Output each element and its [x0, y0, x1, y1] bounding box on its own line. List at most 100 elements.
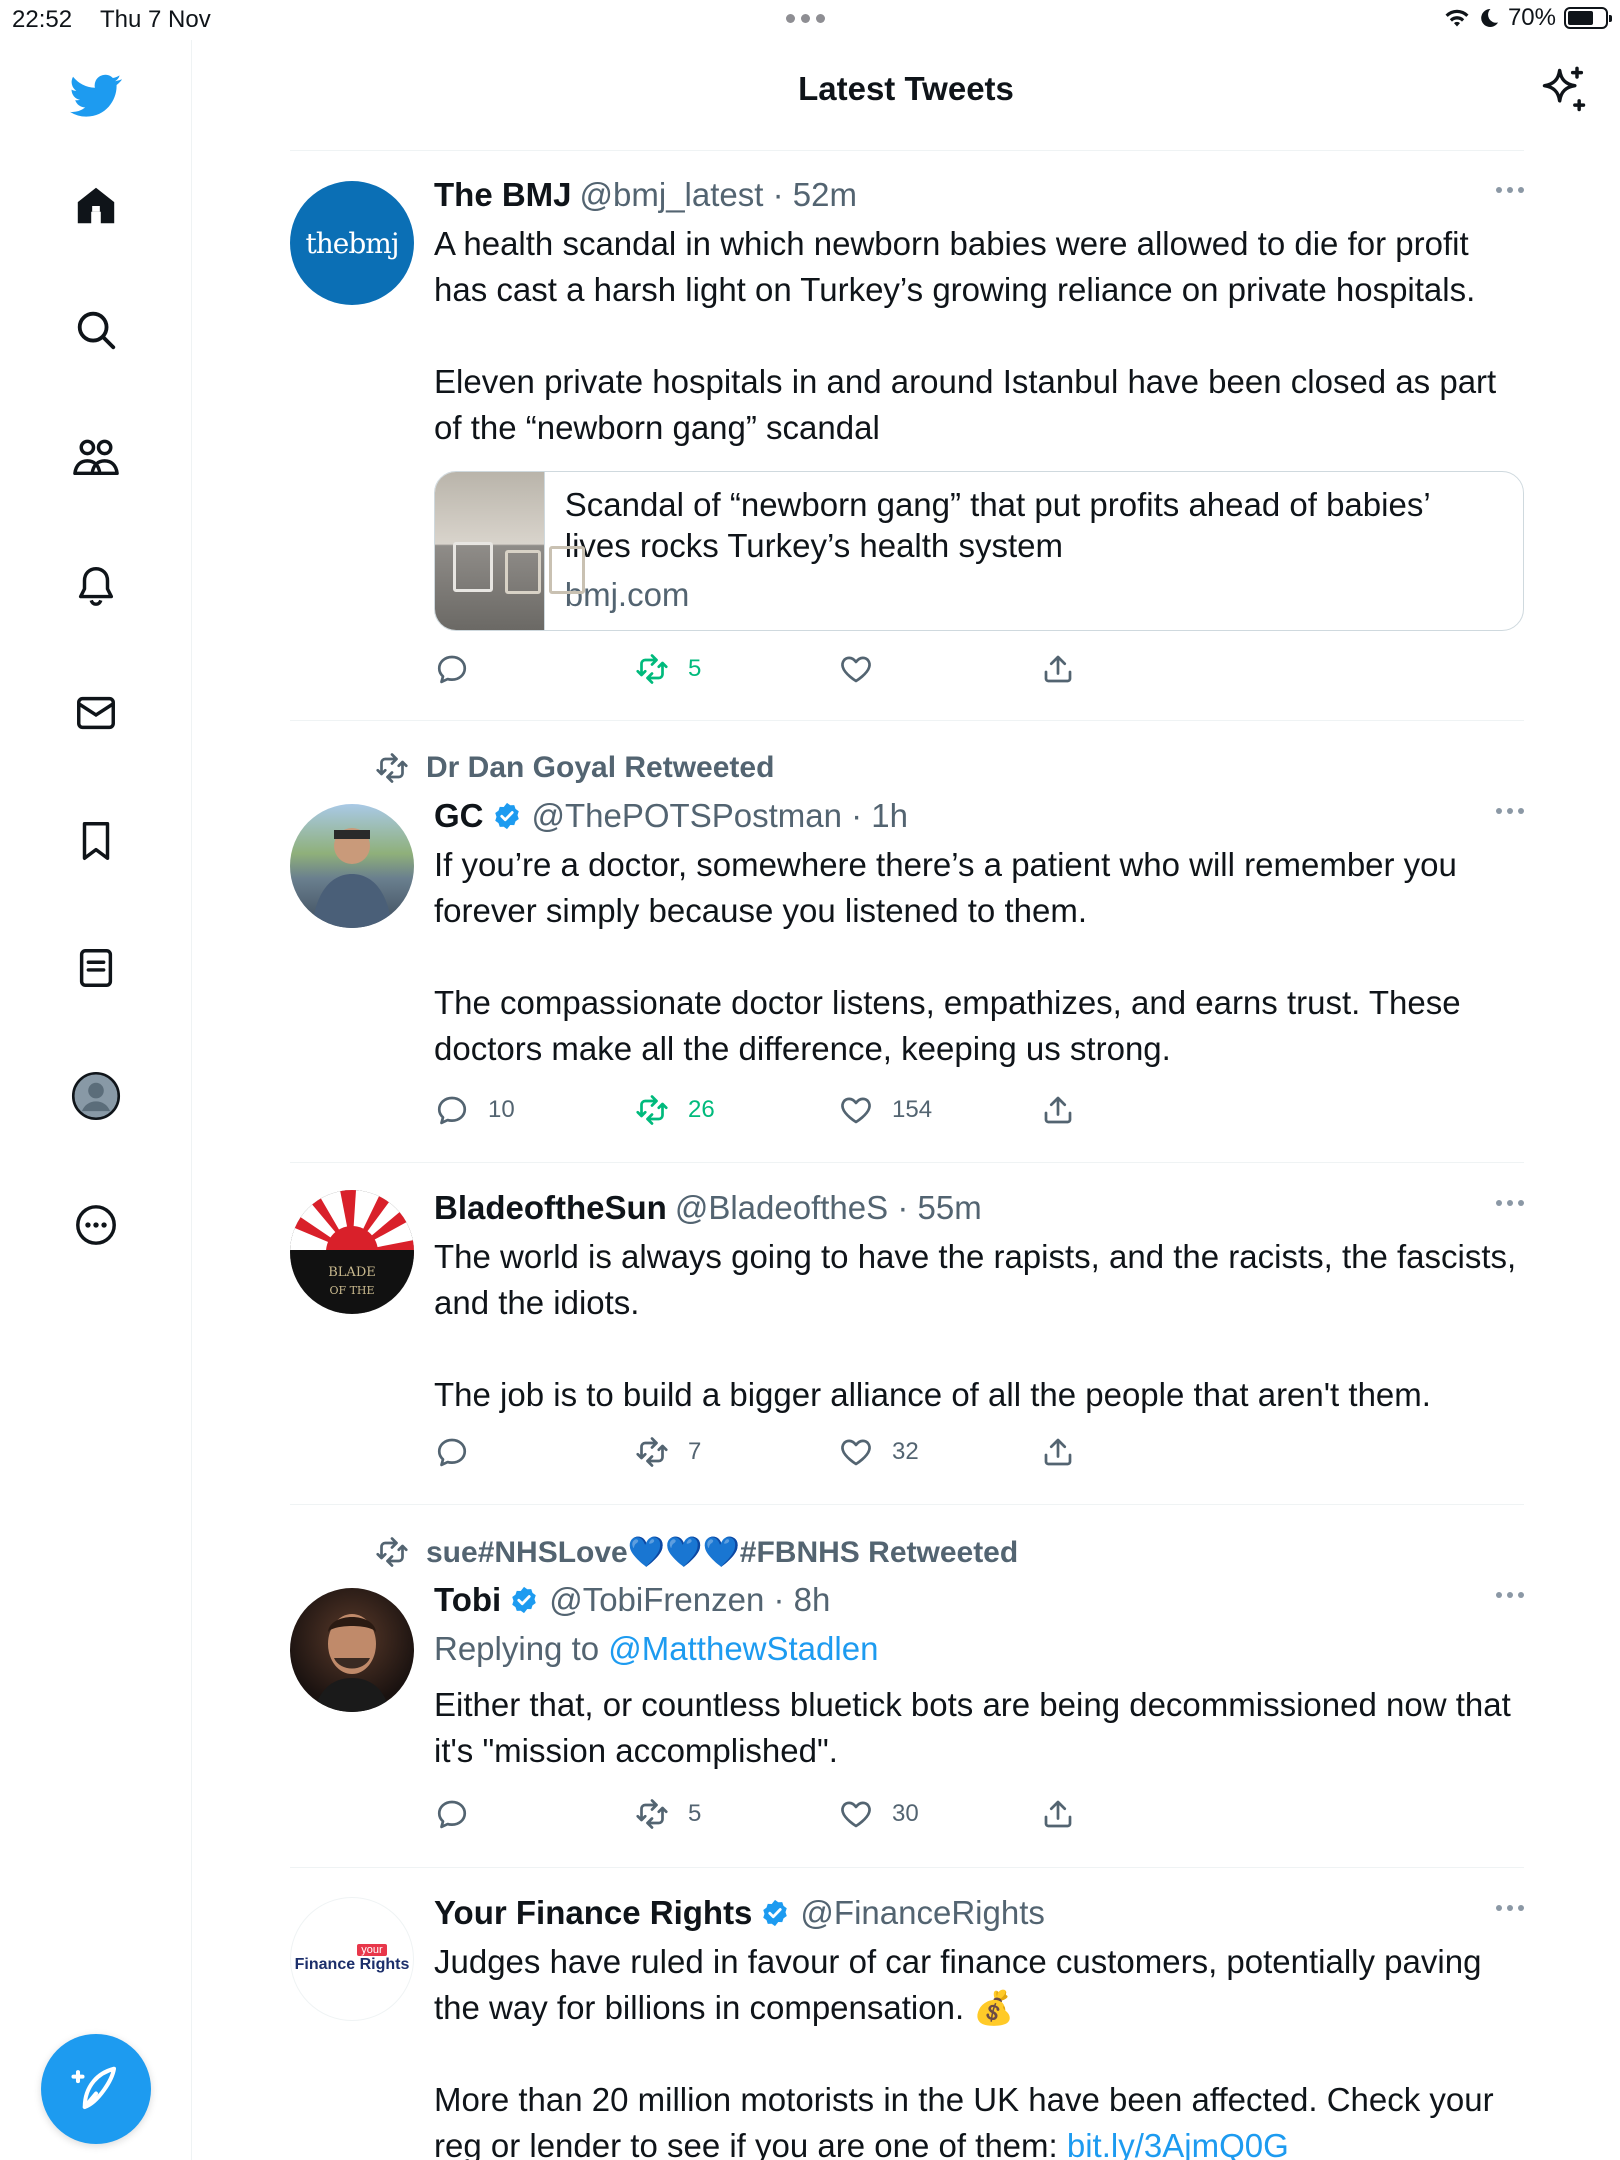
- more-options-icon[interactable]: [1496, 1200, 1524, 1206]
- twitter-bird-icon[interactable]: [68, 68, 124, 124]
- author-name[interactable]: BladeoftheSun: [434, 1189, 667, 1227]
- tweet-author-line: Tobi @TobiFrenzen · 8h: [434, 1581, 831, 1619]
- messages-icon[interactable]: [68, 685, 124, 741]
- share-button[interactable]: [1040, 1796, 1076, 1832]
- retweet-icon: [634, 1092, 670, 1128]
- tweet-author-line: Your Finance Rights @FinanceRights: [434, 1893, 1524, 1933]
- avatar[interactable]: BLADE OF THE: [290, 1190, 414, 1314]
- retweet-button[interactable]: 5: [634, 651, 701, 687]
- author-name[interactable]: Your Finance Rights: [434, 1894, 752, 1932]
- link-card-image: [435, 472, 585, 630]
- tweet-author-line: GC @ThePOTSPostman · 1h: [434, 797, 908, 835]
- share-icon: [1040, 1796, 1076, 1832]
- link-card-domain: bmj.com: [564, 576, 690, 613]
- author-handle[interactable]: @ThePOTSPostman: [532, 797, 842, 835]
- reply-icon: [434, 1092, 470, 1128]
- communities-icon[interactable]: [68, 430, 124, 486]
- more-options-icon[interactable]: [1496, 187, 1524, 193]
- status-time: 22:52: [12, 6, 73, 33]
- more-options-icon[interactable]: [1496, 1905, 1524, 1911]
- compose-tweet-button[interactable]: [41, 2034, 151, 2144]
- avatar-logo-text: thebmj: [305, 226, 399, 260]
- battery-percentage: 70%: [1507, 4, 1556, 31]
- reply-button[interactable]: 10: [434, 1092, 515, 1128]
- avatar[interactable]: [290, 1588, 414, 1712]
- tweet-time: 55m: [917, 1189, 982, 1226]
- multitasking-dots[interactable]: [786, 14, 825, 23]
- like-button[interactable]: 32: [838, 1434, 919, 1470]
- retweet-button[interactable]: 7: [634, 1434, 701, 1470]
- replying-to-line: Replying to @MatthewStadlen: [434, 1630, 879, 1667]
- tweet-author-line: The BMJ @bmj_latest · 52m: [434, 176, 857, 214]
- author-handle[interactable]: @BladeoftheS: [675, 1189, 888, 1227]
- retweeted-by-line[interactable]: Dr Dan Goyal Retweeted: [374, 750, 774, 786]
- tweet-time: 8h: [793, 1581, 831, 1618]
- share-button[interactable]: [1040, 1092, 1076, 1128]
- reply-button[interactable]: [434, 1796, 488, 1832]
- tweet-actions: 5: [434, 651, 1524, 691]
- tweet-actions: 7 32: [434, 1434, 1524, 1474]
- person-photo-icon: [314, 1614, 390, 1712]
- verified-badge-icon: [509, 1585, 539, 1615]
- search-icon[interactable]: [68, 302, 124, 358]
- avatar-logo-tag: your: [357, 1944, 387, 1956]
- retweet-button[interactable]: 26: [634, 1092, 715, 1128]
- timeline-header: Latest Tweets: [192, 40, 1620, 150]
- page-title: Latest Tweets: [798, 70, 1014, 107]
- like-button[interactable]: [838, 651, 892, 687]
- retweeted-by-line[interactable]: sue#NHSLove💙💙💙#FBNHS Retweeted: [374, 1534, 1018, 1570]
- author-handle[interactable]: @TobiFrenzen: [549, 1581, 764, 1619]
- reply-button[interactable]: [434, 651, 488, 687]
- tweet-actions: 10 26 154: [434, 1092, 1524, 1132]
- avatar[interactable]: [290, 804, 414, 928]
- tweet-text: Judges have ruled in favour of car finan…: [434, 1939, 1524, 2160]
- author-handle[interactable]: @FinanceRights: [800, 1894, 1044, 1932]
- share-icon: [1040, 1092, 1076, 1128]
- bookmarks-icon[interactable]: [68, 813, 124, 869]
- notifications-icon[interactable]: [68, 558, 124, 614]
- link-card[interactable]: Scandal of “newborn gang” that put profi…: [434, 471, 1524, 631]
- tweet[interactable]: BLADE OF THE BladeoftheSun @BladeoftheS …: [290, 1164, 1524, 1505]
- author-name[interactable]: GC: [434, 797, 484, 835]
- avatar-logo-text: Finance Rights: [294, 1956, 410, 1973]
- share-button[interactable]: [1040, 1434, 1076, 1470]
- tweet[interactable]: thebmj The BMJ @bmj_latest · 52m A healt…: [290, 151, 1524, 721]
- retweet-icon: [634, 1796, 670, 1832]
- svg-text:BLADE: BLADE: [328, 1265, 376, 1280]
- more-options-icon[interactable]: [1496, 1592, 1524, 1598]
- share-button[interactable]: [1040, 651, 1076, 687]
- like-button[interactable]: 154: [838, 1092, 932, 1128]
- mention-link[interactable]: @MatthewStadlen: [608, 1630, 878, 1667]
- heart-icon: [838, 1434, 874, 1470]
- tweet-link[interactable]: bit.ly/3AjmQ0G: [1067, 2127, 1289, 2160]
- avatar[interactable]: thebmj: [290, 181, 414, 305]
- more-icon[interactable]: [68, 1197, 124, 1253]
- tweet-author-line: BladeoftheSun @BladeoftheS · 55m: [434, 1189, 982, 1227]
- share-icon: [1040, 651, 1076, 687]
- retweet-button[interactable]: 5: [634, 1796, 701, 1832]
- reply-button[interactable]: [434, 1434, 488, 1470]
- tweet-actions: 5 30: [434, 1796, 1524, 1836]
- sparkle-icon[interactable]: [1538, 64, 1590, 116]
- author-name[interactable]: Tobi: [434, 1581, 501, 1619]
- tweet[interactable]: Dr Dan Goyal Retweeted GC @ThePOTSPostma…: [290, 722, 1524, 1163]
- tweet[interactable]: sue#NHSLove💙💙💙#FBNHS Retweeted Tobi @Tob…: [290, 1506, 1524, 1868]
- retweet-icon: [634, 1434, 670, 1470]
- sidebar-nav: [0, 40, 192, 2160]
- tweet-time: 1h: [871, 797, 908, 834]
- author-handle[interactable]: @bmj_latest: [580, 176, 764, 214]
- lists-icon[interactable]: [68, 940, 124, 996]
- tweet-text: If you’re a doctor, somewhere there’s a …: [434, 846, 1461, 1067]
- home-icon[interactable]: [68, 178, 124, 234]
- author-name[interactable]: The BMJ: [434, 176, 572, 214]
- status-bar: 22:52 Thu 7 Nov 70%: [0, 0, 1620, 40]
- profile-icon[interactable]: [68, 1068, 124, 1124]
- compose-icon: [71, 2066, 117, 2110]
- retweet-icon: [634, 651, 670, 687]
- rising-sun-logo-icon: BLADE OF THE: [290, 1190, 414, 1314]
- avatar[interactable]: your Finance Rights: [290, 1897, 414, 2021]
- more-options-icon[interactable]: [1496, 808, 1524, 814]
- tweet-text: Either that, or countless bluetick bots …: [434, 1686, 1511, 1769]
- like-button[interactable]: 30: [838, 1796, 919, 1832]
- tweet[interactable]: your Finance Rights Your Finance Rights …: [290, 1869, 1524, 2160]
